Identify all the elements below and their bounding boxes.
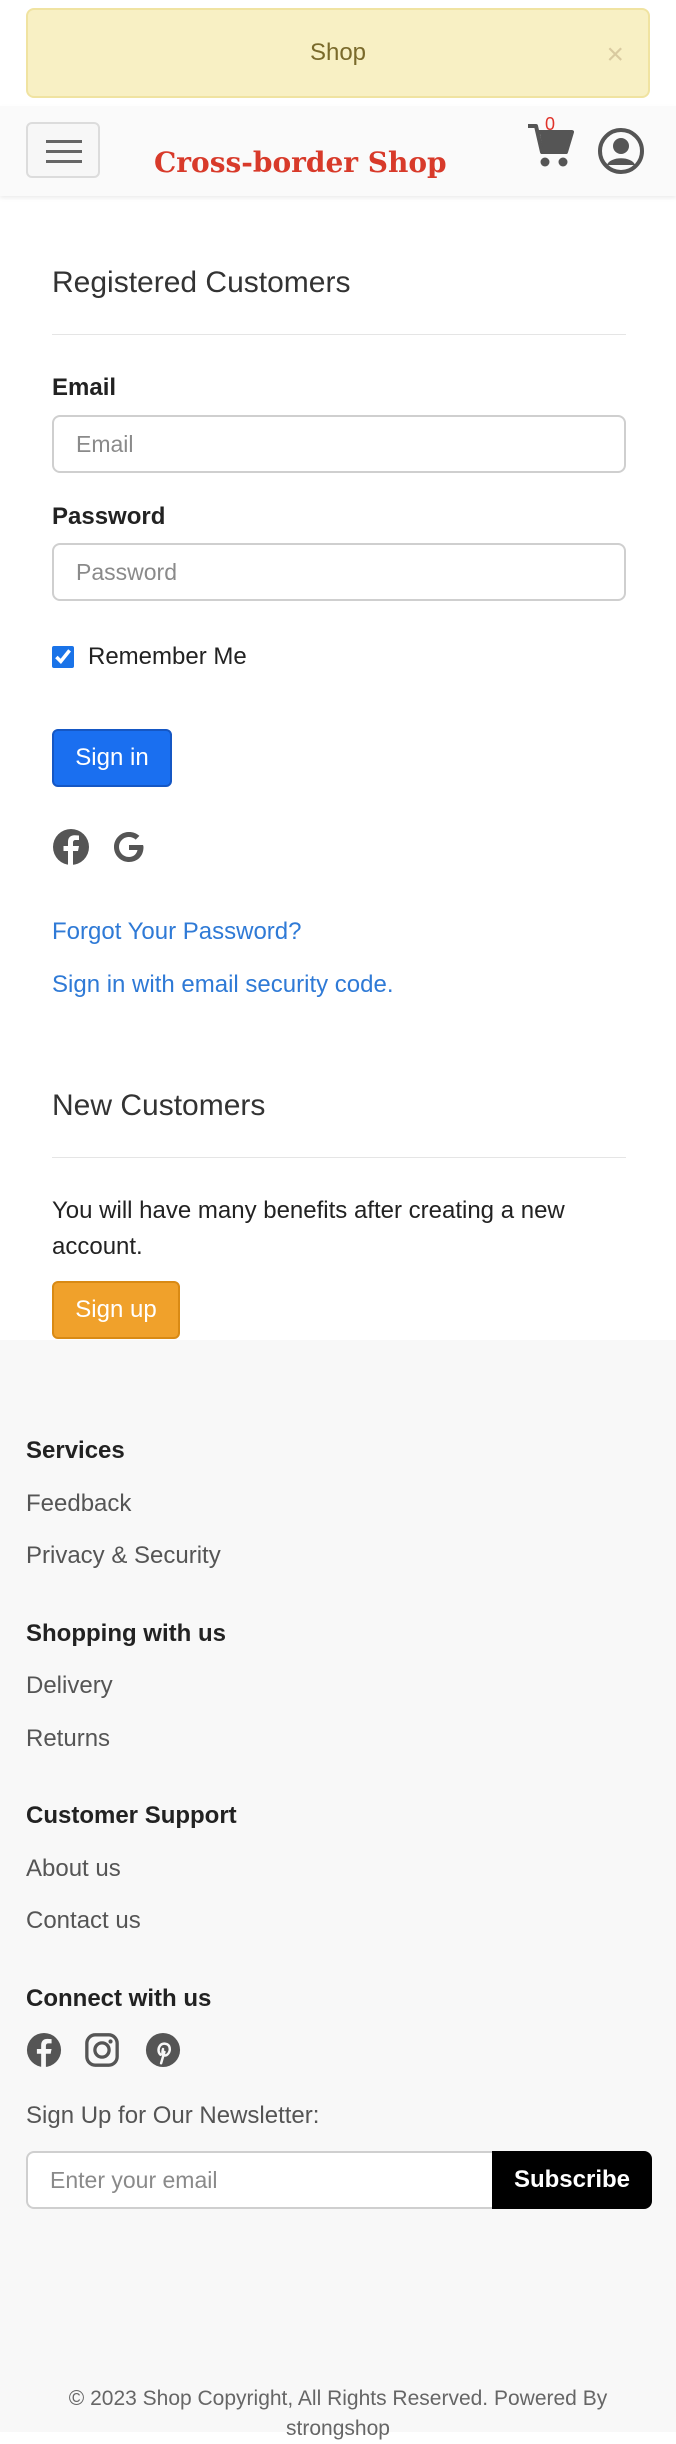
email-label: Email	[52, 374, 117, 401]
footer-link-contact[interactable]: Contact us	[26, 1907, 141, 1935]
newsletter-email-input[interactable]	[26, 2151, 492, 2209]
footer-link-privacy[interactable]: Privacy & Security	[26, 1542, 221, 1570]
sign-in-button[interactable]: Sign in	[52, 729, 172, 787]
footer-link-feedback[interactable]: Feedback	[26, 1490, 131, 1518]
register-section-title: New Customers	[52, 1089, 266, 1122]
newsletter-label: Sign Up for Our Newsletter:	[26, 2102, 320, 2129]
alert-text: Shop	[309, 39, 367, 66]
footer-heading-connect: Connect with us	[26, 1985, 212, 2012]
password-label: Password	[52, 503, 166, 530]
password-field[interactable]	[52, 543, 626, 601]
footer-heading-shopping: Shopping with us	[26, 1620, 226, 1647]
subscribe-button[interactable]: Subscribe	[492, 2151, 652, 2209]
google-login-icon[interactable]	[110, 828, 148, 866]
email-code-signin-link[interactable]: Sign in with email security code.	[52, 971, 393, 999]
cart-count-badge: 0	[545, 114, 556, 134]
menu-bar	[46, 140, 82, 143]
login-section-title: Registered Customers	[52, 266, 351, 299]
sign-up-button[interactable]: Sign up	[52, 1281, 180, 1339]
remember-me-row: Remember Me	[52, 643, 247, 671]
site-header: Cross-border Shop 0	[0, 106, 676, 196]
divider	[52, 1157, 626, 1158]
menu-bar	[46, 150, 82, 153]
register-description: You will have many benefits after creati…	[52, 1197, 565, 1260]
menu-bar	[46, 160, 82, 163]
alert-banner: Shop ×	[26, 8, 650, 98]
divider	[52, 334, 626, 335]
footer-heading-support: Customer Support	[26, 1802, 237, 1829]
footer-link-returns[interactable]: Returns	[26, 1725, 110, 1753]
remember-me-label[interactable]: Remember Me	[88, 643, 247, 671]
pinterest-icon[interactable]	[145, 2032, 181, 2068]
forgot-password-link[interactable]: Forgot Your Password?	[52, 918, 301, 946]
user-account-icon[interactable]	[596, 126, 646, 176]
facebook-icon[interactable]	[26, 2032, 62, 2068]
footer-link-delivery[interactable]: Delivery	[26, 1672, 113, 1700]
footer-heading-services: Services	[26, 1437, 125, 1464]
close-icon[interactable]: ×	[606, 38, 624, 72]
instagram-icon[interactable]	[84, 2032, 120, 2068]
remember-me-checkbox[interactable]	[52, 646, 74, 668]
site-logo[interactable]: Cross-border Shop	[154, 146, 447, 179]
email-field[interactable]	[52, 415, 626, 473]
menu-toggle-button[interactable]	[26, 122, 100, 178]
footer-link-about[interactable]: About us	[26, 1855, 121, 1883]
facebook-login-icon[interactable]	[52, 828, 90, 866]
copyright-text: © 2023 Shop Copyright, All Rights Reserv…	[68, 2387, 608, 2440]
